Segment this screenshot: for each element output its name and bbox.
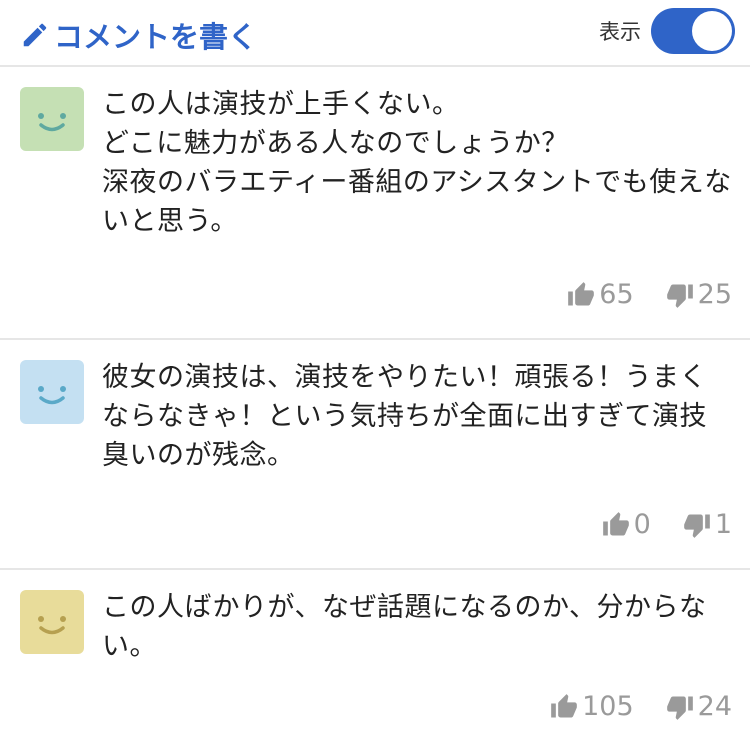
vote-bar: 105 24 xyxy=(550,691,732,722)
write-comment-label: コメントを書く xyxy=(54,20,258,54)
comment-text: 彼女の演技は、演技をやりたい！頑張る！うまくならなきゃ！という気持ちが全面に出す… xyxy=(102,362,707,471)
dislike-count: 24 xyxy=(697,691,732,722)
dislike-button[interactable]: 24 xyxy=(666,691,732,722)
avatar xyxy=(20,87,84,151)
like-count: 0 xyxy=(633,509,651,540)
like-button[interactable]: 65 xyxy=(567,279,634,310)
comment-text: この人は演技が上手くない。 どこに魅力がある人なのでしょうか？ 深夜のバラエティ… xyxy=(102,89,732,237)
comment-header: コメントを書く 表示 xyxy=(0,0,750,67)
display-toggle-area: 表示 xyxy=(599,8,735,54)
smiley-face-icon xyxy=(20,590,84,654)
comment-item: 彼女の演技は、演技をやりたい！頑張る！うまくならなきゃ！という気持ちが全面に出す… xyxy=(0,340,750,570)
vote-bar: 65 25 xyxy=(567,279,732,310)
avatar xyxy=(20,590,84,654)
like-count: 65 xyxy=(599,279,634,310)
comment-item: この人は演技が上手くない。 どこに魅力がある人なのでしょうか？ 深夜のバラエティ… xyxy=(0,67,750,340)
dislike-button[interactable]: 1 xyxy=(683,509,732,540)
dislike-button[interactable]: 25 xyxy=(666,279,732,310)
dislike-count: 1 xyxy=(714,509,732,540)
thumbs-down-icon xyxy=(683,514,710,538)
smiley-face-icon xyxy=(20,87,84,151)
write-comment-link[interactable]: コメントを書く xyxy=(20,14,257,56)
thumbs-up-icon xyxy=(568,281,595,305)
dislike-count: 25 xyxy=(697,279,732,310)
thumbs-up-icon xyxy=(551,693,577,717)
like-button[interactable]: 105 xyxy=(550,691,634,722)
thumbs-up-icon xyxy=(602,511,629,535)
thumbs-down-icon xyxy=(666,696,693,720)
display-toggle[interactable] xyxy=(651,8,735,54)
thumbs-down-icon xyxy=(666,284,693,308)
like-count: 105 xyxy=(582,691,634,722)
toggle-knob xyxy=(692,11,732,51)
pencil-icon xyxy=(23,23,47,47)
vote-bar: 0 1 xyxy=(602,509,732,540)
like-button[interactable]: 0 xyxy=(602,509,651,540)
display-toggle-label: 表示 xyxy=(599,20,641,44)
comment-item: この人ばかりが、なぜ話題になるのか、分からない。 105 24 xyxy=(0,570,750,750)
avatar xyxy=(20,360,84,424)
comment-text: この人ばかりが、なぜ話題になるのか、分からない。 xyxy=(102,592,707,662)
smiley-face-icon xyxy=(20,360,84,424)
